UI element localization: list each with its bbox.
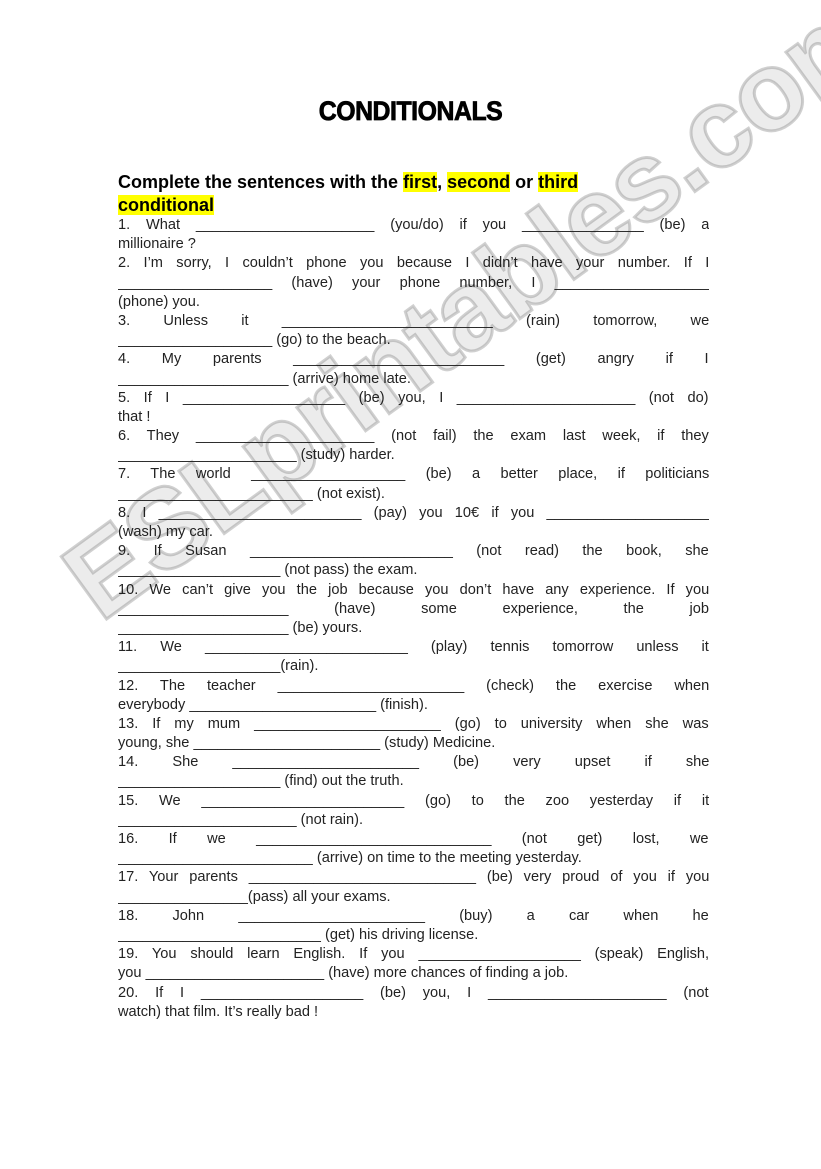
exercise-line: 13. If my mum _______________________ (g… [118,715,709,732]
exercise-line: 17. Your parents _______________________… [118,869,709,886]
exercise-line: ______________________ (not rain). [118,811,364,828]
exercise-line: you ______________________ (have) more c… [118,965,569,982]
exercise-line: 15. We _________________________ (go) to… [118,792,709,809]
exercise-line: 19. You should learn English. If you ___… [118,946,709,963]
instruction-prefix: Complete the sentences with the [118,172,404,192]
highlight-conditional: conditional [118,195,214,215]
exercise-line: watch) that film. It’s really bad ! [118,1003,319,1020]
worksheet-page: ESLprintables.com CONDITIONALS Complete … [0,0,821,1169]
page-title: CONDITIONALS [318,96,503,127]
instruction-or: or [510,172,539,192]
exercise-line: 18. John _______________________ (buy) a… [118,907,709,924]
exercise-line: 16. If we _____________________________ … [118,831,709,847]
instruction: Complete the sentences with the first, s… [118,171,709,217]
highlight-first: first [403,172,438,192]
highlight-third: third [538,172,579,192]
exercise-line: ____________________(rain). [118,658,319,675]
exercise-line: that ! [118,408,151,425]
exercise-line: 12. The teacher _______________________ … [118,677,709,694]
exercise-line: 2. I’m sorry, I couldn’t phone you becau… [118,255,709,272]
exercise-line: millionaire ? [118,236,196,253]
exercise-line: ________________________ (arrive) on tim… [118,850,582,867]
exercise-line: 10. We can’t give you the job because yo… [118,581,709,598]
exercise-line: 11. We _________________________ (play) … [118,639,709,656]
exercise-line: 4. My parents __________________________… [118,351,709,368]
exercise-line: _____________________ (be) yours. [118,619,363,636]
exercise-line: ___________________ (go) to the beach. [118,332,391,349]
exercise-line: 7. The world ___________________ (be) a … [118,466,709,483]
exercise-line: young, she _______________________ (stud… [118,735,496,752]
exercise-line: ____________________ (not pass) the exam… [118,562,418,579]
highlight-second: second [447,172,511,192]
exercise-line: 5. If I ____________________ (be) you, I… [118,389,709,406]
exercise-line: 6. They ______________________ (not fail… [118,428,709,445]
exercise-line: ___________________ (have) your phone nu… [118,274,709,291]
exercise-line: 8. I _________________________ (pay) you… [118,504,709,521]
exercise-line: (phone) you. [118,293,200,310]
exercise-list: 1. What ______________________ (you/do) … [118,216,709,1022]
instruction-comma: , [437,172,448,192]
exercise-line: _________________________ (get) his driv… [118,926,479,943]
exercise-line: ________________________ (not exist). [118,485,385,502]
exercise-line: 14. She _______________________ (be) ver… [118,754,709,771]
exercise-line: ____________________ (find) out the trut… [118,773,404,790]
exercise-line: ________________(pass) all your exams. [118,888,391,905]
exercise-line: 1. What ______________________ (you/do) … [118,217,709,233]
exercise-line: 9. If Susan _________________________ (n… [118,543,709,560]
exercise-line: everybody _______________________ (finis… [118,696,428,713]
exercise-line: (wash) my car. [118,524,213,540]
exercise-line: 20. If I ____________________ (be) you, … [118,984,709,1001]
exercise-line: _____________________ (arrive) home late… [118,370,411,387]
exercise-line: ______________________ (study) harder. [118,447,395,464]
exercise-line: _____________________ (have) some experi… [118,600,709,617]
exercise-line: 3. Unless it __________________________ … [118,312,709,329]
